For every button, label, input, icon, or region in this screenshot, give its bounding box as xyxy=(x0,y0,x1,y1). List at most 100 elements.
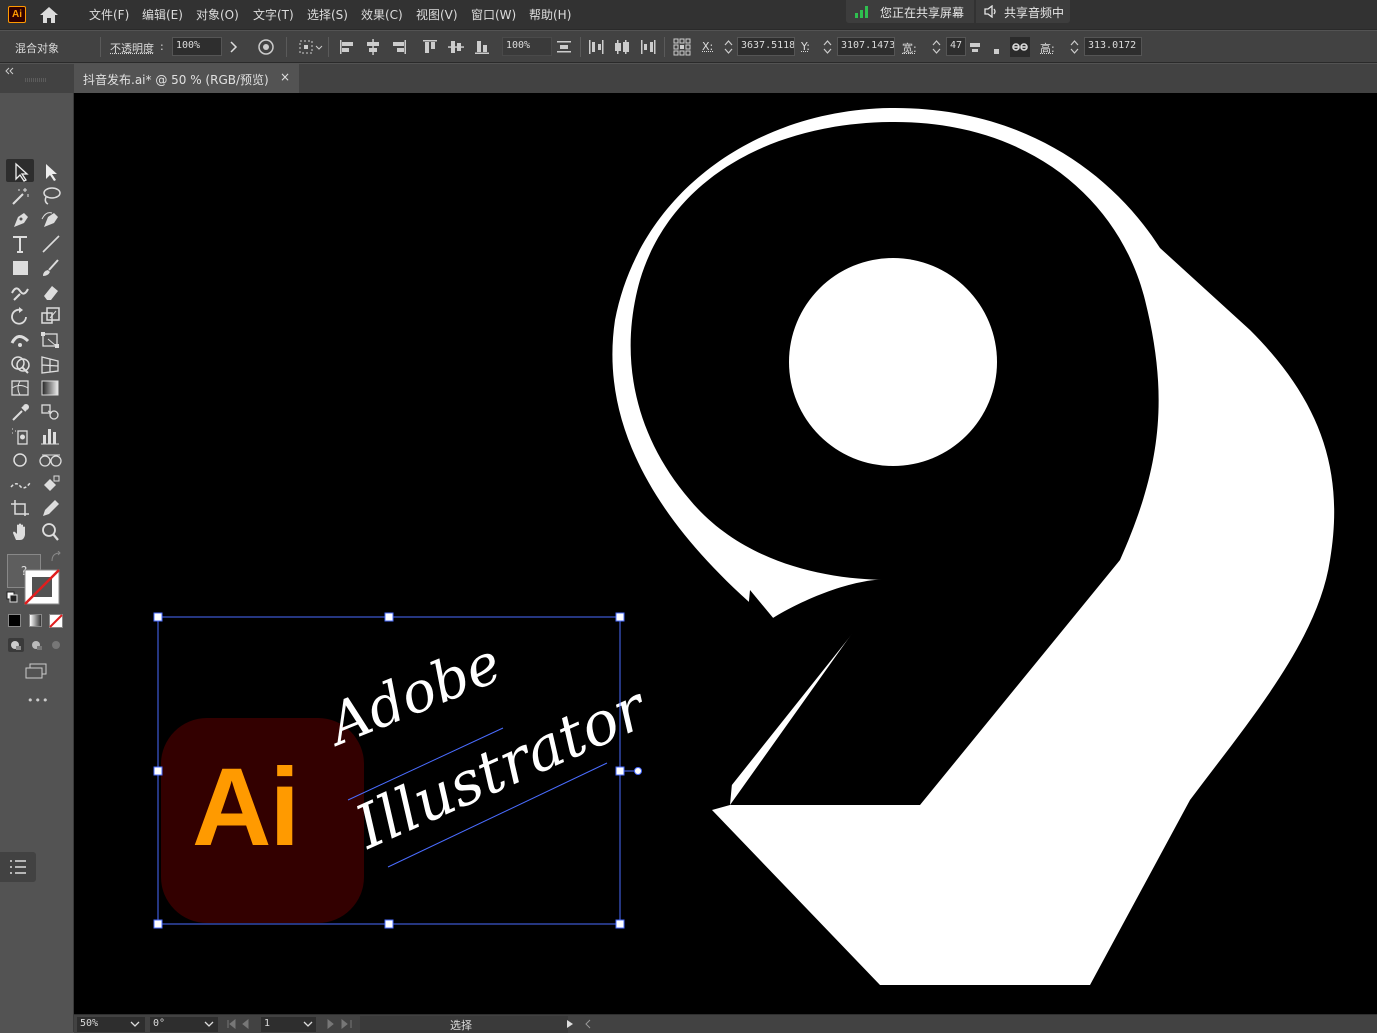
chevron-down-icon[interactable] xyxy=(303,1020,313,1028)
stroke-swatch[interactable] xyxy=(24,569,60,605)
color-mode-icon[interactable] xyxy=(8,614,21,627)
menu-file[interactable]: 文件(F) xyxy=(89,6,129,23)
screen-share-label: 您正在共享屏幕 xyxy=(880,6,965,20)
object-type-label: 混合对象 xyxy=(15,42,59,55)
pen-tool-icon[interactable] xyxy=(8,209,34,231)
selection-tool-icon[interactable] xyxy=(8,161,34,183)
y-stepper-icon[interactable] xyxy=(823,39,832,55)
grip-icon[interactable] xyxy=(25,78,47,82)
zoom-tool-icon[interactable] xyxy=(38,521,64,543)
eraser-tool-icon[interactable] xyxy=(38,281,64,303)
close-tab-button[interactable]: × xyxy=(280,70,290,84)
artboard-canvas[interactable]: Ai Adobe Illustrator xyxy=(74,93,1377,1014)
width-stepper-icon[interactable] xyxy=(932,39,941,55)
align-center-h-icon[interactable] xyxy=(363,37,383,57)
chevron-down-icon[interactable] xyxy=(130,1020,140,1028)
align-value-field[interactable]: 100% xyxy=(502,37,552,56)
hand-tool-icon[interactable] xyxy=(8,521,34,543)
chevron-right-icon[interactable] xyxy=(224,37,244,57)
align-bottom-icon[interactable] xyxy=(472,37,492,57)
distribute-left-icon[interactable] xyxy=(586,37,606,57)
width-tool-icon[interactable] xyxy=(8,329,34,351)
align-top-icon[interactable] xyxy=(420,37,440,57)
knife-tool-icon[interactable] xyxy=(8,473,34,495)
crop-image-tool-icon[interactable] xyxy=(8,497,34,519)
menu-edit[interactable]: 编辑(E) xyxy=(142,6,183,23)
constrain-proportions-icon[interactable] xyxy=(1010,37,1030,57)
gradient-tool-icon[interactable] xyxy=(38,377,64,399)
menu-select[interactable]: 选择(S) xyxy=(307,6,348,23)
draw-behind-icon[interactable] xyxy=(29,638,43,652)
play-icon[interactable] xyxy=(566,1019,574,1029)
menu-help[interactable]: 帮助(H) xyxy=(529,6,571,23)
recolor-globe-icon[interactable] xyxy=(256,37,276,57)
first-prev-artboard-icons[interactable] xyxy=(226,1019,258,1029)
perspective-grid-tool-icon[interactable] xyxy=(38,353,64,375)
align-right-icon[interactable] xyxy=(389,37,409,57)
mesh-tool-icon[interactable] xyxy=(8,377,34,399)
distribute-center-icon[interactable] xyxy=(612,37,632,57)
eyedropper-tool-icon[interactable] xyxy=(8,401,34,423)
gradient-mode-icon[interactable] xyxy=(29,614,42,627)
x-field[interactable]: 3637.5118 xyxy=(737,37,795,56)
chevron-down-icon[interactable] xyxy=(204,1020,214,1028)
opacity-label[interactable]: 不透明度 xyxy=(110,40,154,56)
menu-object[interactable]: 对象(O) xyxy=(196,6,239,23)
none-mode-icon[interactable] xyxy=(49,614,63,628)
line-tool-icon[interactable] xyxy=(38,233,64,255)
align-left-icon[interactable] xyxy=(337,37,357,57)
collapse-icon[interactable] xyxy=(5,67,15,75)
paintbrush-tool-icon[interactable] xyxy=(38,257,64,279)
blend-tool-icon[interactable] xyxy=(38,401,64,423)
menu-effect[interactable]: 效果(C) xyxy=(361,6,403,23)
rotate-tool-icon[interactable] xyxy=(8,305,34,327)
shape-builder-tool-icon[interactable] xyxy=(8,353,34,375)
next-last-artboard-icons[interactable] xyxy=(324,1019,356,1029)
width-field[interactable]: 47 xyxy=(946,37,966,56)
align-center-v-icon[interactable] xyxy=(446,37,466,57)
curvature-tool-icon[interactable] xyxy=(38,209,64,231)
panel-toggle-button[interactable] xyxy=(0,852,36,882)
draw-normal-icon[interactable] xyxy=(8,638,24,652)
menu-window[interactable]: 窗口(W) xyxy=(471,6,516,23)
magic-wand-tool-icon[interactable] xyxy=(8,185,34,207)
distribute-right-icon[interactable] xyxy=(638,37,658,57)
shaper-tool-icon[interactable] xyxy=(8,281,34,303)
y-field[interactable]: 3107.1473 xyxy=(837,37,895,56)
rectangle-tool-icon[interactable] xyxy=(8,257,34,279)
type-tool-icon[interactable] xyxy=(8,233,34,255)
scale-tool-icon[interactable] xyxy=(38,305,64,327)
selection-bounding-box[interactable] xyxy=(74,93,1377,1014)
screen-mode-icon[interactable] xyxy=(24,662,48,680)
distribute-spacing-icon[interactable] xyxy=(554,37,574,57)
swap-fill-stroke-icon[interactable] xyxy=(50,551,62,563)
lasso-tool-icon[interactable] xyxy=(38,185,64,207)
scroll-left-icon[interactable] xyxy=(584,1019,592,1029)
transform-reference-point-icon[interactable] xyxy=(672,37,692,57)
x-stepper-icon[interactable] xyxy=(724,39,733,55)
live-paint-bucket-icon[interactable] xyxy=(38,473,64,495)
direct-selection-tool-icon[interactable] xyxy=(38,161,64,183)
audio-share-indicator[interactable]: 共享音频中 xyxy=(976,0,1070,23)
height-field[interactable]: 313.0172 xyxy=(1084,37,1142,56)
document-tab[interactable]: 抖音发布.ai* @ 50 % (RGB/预览) × xyxy=(74,64,299,93)
artboard-tool-icon[interactable] xyxy=(8,449,34,471)
height-stepper-icon[interactable] xyxy=(1070,39,1079,55)
pencil-tool-icon[interactable] xyxy=(38,497,64,519)
menu-view[interactable]: 视图(V) xyxy=(416,6,458,23)
free-transform-tool-icon[interactable] xyxy=(38,329,64,351)
align-to-selection-icon[interactable] xyxy=(298,37,324,57)
home-icon[interactable] xyxy=(38,5,60,25)
symbol-sprayer-tool-icon[interactable] xyxy=(8,425,34,447)
slice-tool-icon[interactable] xyxy=(38,449,64,471)
draw-inside-icon[interactable] xyxy=(49,638,63,652)
default-colors-icon[interactable] xyxy=(6,591,18,603)
menu-type[interactable]: 文字(T) xyxy=(253,6,294,23)
edit-toolbar-button[interactable]: ••• xyxy=(27,694,49,707)
column-graph-tool-icon[interactable] xyxy=(38,425,64,447)
opacity-field[interactable]: 100% xyxy=(172,37,222,56)
status-bar: 50% 0° 1 选择 xyxy=(74,1014,1377,1033)
app-logo[interactable]: Ai xyxy=(8,6,26,23)
screen-share-indicator[interactable]: 您正在共享屏幕 xyxy=(846,0,974,23)
tools-panel-header xyxy=(0,64,74,93)
